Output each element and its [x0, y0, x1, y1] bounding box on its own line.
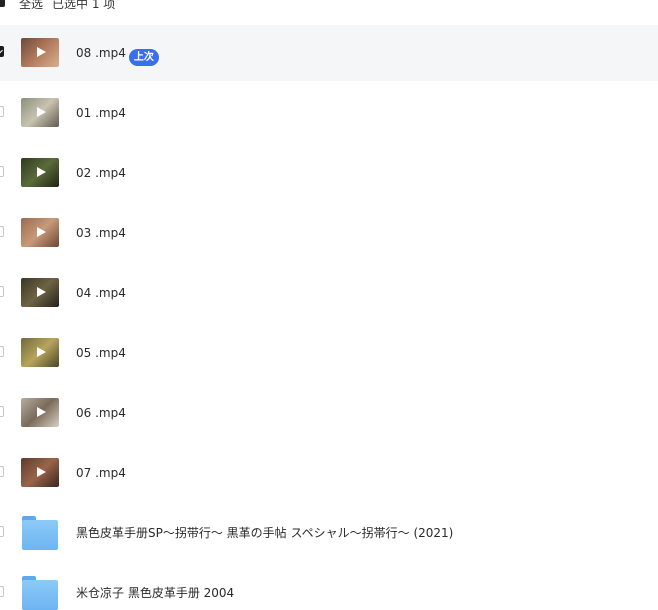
play-icon — [37, 107, 46, 117]
file-row[interactable]: 07 .mp4 — [0, 445, 658, 501]
play-icon — [37, 167, 46, 177]
selected-count-label: 已选中 1 项 — [52, 0, 116, 11]
video-thumbnail — [21, 38, 59, 67]
folder-row[interactable]: 黑色皮革手册SP～拐带行～ 黒革の手帖 スペシャル～拐帯行～ (2021) — [0, 505, 658, 561]
folder-row[interactable]: 米仓凉子 黑色皮革手册 2004 — [0, 565, 658, 610]
file-name-text: 米仓凉子 黑色皮革手册 2004 — [76, 586, 235, 600]
row-checkbox[interactable] — [0, 346, 4, 357]
file-row[interactable]: 03 .mp4 — [0, 205, 658, 261]
play-icon — [37, 47, 46, 57]
video-thumbnail — [21, 338, 59, 367]
video-thumbnail — [21, 218, 59, 247]
row-checkbox[interactable] — [0, 406, 4, 417]
row-checkbox[interactable] — [0, 586, 4, 597]
file-name-text: 03 .mp4 — [76, 226, 126, 240]
play-icon — [37, 407, 46, 417]
video-thumbnail — [21, 278, 59, 307]
file-name[interactable]: 06 .mp4 — [76, 406, 126, 420]
video-thumbnail — [21, 458, 59, 487]
file-row[interactable]: 06 .mp4 — [0, 385, 658, 441]
last-played-badge: 上次 — [128, 49, 159, 66]
play-icon — [37, 467, 46, 477]
file-name-text: 08 .mp4 — [76, 46, 126, 60]
file-name-text: 04 .mp4 — [76, 286, 126, 300]
folder-icon — [22, 576, 58, 610]
row-checkbox[interactable] — [0, 286, 4, 297]
row-checkbox[interactable] — [0, 466, 4, 477]
file-row[interactable]: 05 .mp4 — [0, 325, 658, 381]
select-all-label[interactable]: 全选 — [19, 0, 43, 11]
play-icon — [37, 227, 46, 237]
file-name[interactable]: 米仓凉子 黑色皮革手册 2004 — [76, 586, 234, 600]
video-thumbnail — [21, 158, 59, 187]
file-name-text: 01 .mp4 — [76, 106, 126, 120]
file-name[interactable]: 03 .mp4 — [76, 226, 126, 240]
row-checkbox[interactable] — [0, 226, 4, 237]
file-name-text: 07 .mp4 — [76, 466, 126, 480]
selection-toolbar: 全选 已选中 1 项 — [0, 0, 658, 18]
file-name[interactable]: 02 .mp4 — [76, 166, 126, 180]
file-name[interactable]: 07 .mp4 — [76, 466, 126, 480]
file-name[interactable]: 08 .mp4 上次 — [76, 46, 159, 66]
file-name[interactable]: 01 .mp4 — [76, 106, 126, 120]
file-name[interactable]: 黑色皮革手册SP～拐带行～ 黒革の手帖 スペシャル～拐帯行～ (2021) — [76, 526, 453, 540]
file-row[interactable]: 08 .mp4 上次 — [0, 25, 658, 81]
file-name-text: 06 .mp4 — [76, 406, 126, 420]
video-thumbnail — [21, 398, 59, 427]
video-thumbnail — [21, 98, 59, 127]
file-name-text: 黑色皮革手册SP～拐带行～ 黒革の手帖 スペシャル～拐帯行～ (2021) — [76, 526, 454, 540]
row-checkbox[interactable] — [0, 106, 4, 117]
file-row[interactable]: 01 .mp4 — [0, 85, 658, 141]
file-name-text: 02 .mp4 — [76, 166, 126, 180]
file-name-text: 05 .mp4 — [76, 346, 126, 360]
file-name[interactable]: 05 .mp4 — [76, 346, 126, 360]
row-checkbox[interactable] — [0, 526, 4, 537]
file-list-page: 全选 已选中 1 项 08 .mp4 上次 01 .mp4 02 .mp4 03 .mp… — [0, 0, 658, 610]
play-icon — [37, 287, 46, 297]
row-checkbox[interactable] — [0, 46, 4, 57]
folder-icon — [22, 516, 58, 550]
play-icon — [37, 347, 46, 357]
file-name[interactable]: 04 .mp4 — [76, 286, 126, 300]
row-checkbox[interactable] — [0, 166, 4, 177]
select-all-checkbox[interactable] — [0, 0, 5, 7]
file-row[interactable]: 04 .mp4 — [0, 265, 658, 321]
file-row[interactable]: 02 .mp4 — [0, 145, 658, 201]
